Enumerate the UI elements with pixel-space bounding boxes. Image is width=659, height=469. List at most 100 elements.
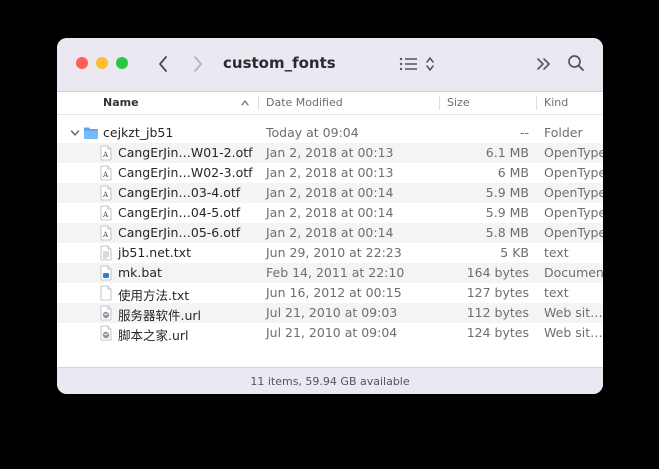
view-options-button[interactable] — [424, 54, 436, 74]
file-date: Feb 14, 2011 at 22:10 — [266, 265, 405, 280]
file-date: Jan 2, 2018 at 00:13 — [266, 145, 394, 160]
file-list: cejkzt_jb51 Today at 09:04 -- Folder A CangEr… — [57, 123, 603, 343]
svg-text:A: A — [102, 191, 109, 199]
list-item[interactable]: 服务器软件.url Jul 21, 2010 at 09:03 112 bytes W… — [57, 303, 603, 323]
file-name: mk.bat — [118, 265, 162, 280]
file-size: 5.8 MB — [485, 225, 529, 240]
chevron-left-icon — [159, 56, 167, 72]
double-chevron-right-icon — [537, 58, 550, 70]
font-file-icon: A — [98, 225, 114, 241]
font-file-icon: A — [98, 165, 114, 181]
file-date: Jan 2, 2018 at 00:13 — [266, 165, 394, 180]
file-size: 112 bytes — [466, 305, 529, 320]
list-item[interactable]: A CangErJin…W02-3.otf Jan 2, 2018 at 00:13… — [57, 163, 603, 183]
list-item[interactable]: A CangErJin…04-5.otf Jan 2, 2018 at 00:14 5… — [57, 203, 603, 223]
file-date: Jan 2, 2018 at 00:14 — [266, 185, 394, 200]
file-kind: Web sit…c — [544, 305, 603, 320]
status-text: 11 items, 59.94 GB available — [250, 375, 410, 388]
window-title: custom_fonts — [223, 54, 336, 72]
column-divider[interactable] — [258, 96, 259, 110]
minimize-button[interactable] — [96, 57, 108, 69]
file-date: Jun 16, 2012 at 00:15 — [266, 285, 402, 300]
file-date: Today at 09:04 — [266, 125, 359, 140]
list-view-button[interactable] — [399, 54, 419, 74]
file-name: 使用方法.txt — [118, 288, 190, 303]
font-file-icon: A — [98, 205, 114, 221]
column-divider[interactable] — [439, 96, 440, 110]
file-date: Jun 29, 2010 at 22:23 — [266, 245, 402, 260]
list-item[interactable]: jb51.net.txt Jun 29, 2010 at 22:23 5 KB tex… — [57, 243, 603, 263]
list-item[interactable]: A CangErJin…W01-2.otf Jan 2, 2018 at 00:13… — [57, 143, 603, 163]
column-date-header[interactable]: Date Modified — [266, 92, 343, 114]
column-header: Name Date Modified Size Kind — [57, 92, 603, 115]
text-file-icon — [98, 245, 114, 261]
back-button[interactable] — [153, 53, 173, 75]
forward-button[interactable] — [188, 53, 208, 75]
file-kind: OpenType — [544, 225, 603, 240]
file-size: 5.9 MB — [485, 205, 529, 220]
svg-text:A: A — [102, 171, 109, 179]
sort-ascending-icon[interactable] — [240, 97, 250, 109]
column-name-header[interactable]: Name — [103, 92, 139, 114]
blank-file-icon — [98, 285, 114, 301]
file-kind: OpenType — [544, 205, 603, 220]
file-kind: OpenType — [544, 185, 603, 200]
zoom-button[interactable] — [116, 57, 128, 69]
file-kind: OpenType — [544, 145, 603, 160]
column-size-header[interactable]: Size — [447, 92, 470, 114]
folder-icon — [83, 125, 99, 141]
file-size: 6 MB — [497, 165, 529, 180]
file-kind: text — [544, 285, 569, 300]
file-date: Jul 21, 2010 at 09:03 — [266, 305, 398, 320]
close-button[interactable] — [76, 57, 88, 69]
column-divider[interactable] — [536, 96, 537, 110]
list-item[interactable]: 脚本之家.url Jul 21, 2010 at 09:04 124 bytes We… — [57, 323, 603, 343]
file-size: 127 bytes — [466, 285, 529, 300]
file-name: CangErJin…04-5.otf — [118, 205, 241, 220]
file-size: 6.1 MB — [485, 145, 529, 160]
file-name: jb51.net.txt — [118, 245, 191, 260]
chevron-right-icon — [194, 56, 202, 72]
toolbar: custom_fonts — [57, 38, 603, 92]
file-size: 5 KB — [500, 245, 529, 260]
svg-text:A: A — [102, 211, 109, 219]
list-view-icon — [399, 57, 417, 71]
file-name: CangErJin…W01-2.otf — [118, 145, 253, 160]
toolbar-overflow-button[interactable] — [535, 55, 553, 73]
file-date: Jan 2, 2018 at 00:14 — [266, 225, 394, 240]
file-date: Jul 21, 2010 at 09:04 — [266, 325, 398, 340]
url-file-icon — [98, 325, 114, 341]
chevron-up-down-icon — [426, 57, 434, 71]
file-kind: Web sit…c — [544, 325, 603, 340]
file-name: 服务器软件.url — [118, 308, 202, 323]
file-size: 5.9 MB — [485, 185, 529, 200]
disclosure-triangle-icon[interactable] — [69, 127, 81, 139]
list-item[interactable]: 使用方法.txt Jun 16, 2012 at 00:15 127 bytes te… — [57, 283, 603, 303]
search-button[interactable] — [566, 53, 586, 73]
bat-file-icon — [98, 265, 114, 281]
font-file-icon: A — [98, 185, 114, 201]
column-kind-header[interactable]: Kind — [544, 92, 568, 114]
file-kind: Document — [544, 265, 603, 280]
file-name: CangErJin…03-4.otf — [118, 185, 241, 200]
file-date: Jan 2, 2018 at 00:14 — [266, 205, 394, 220]
file-kind: Folder — [544, 125, 583, 140]
file-kind: text — [544, 245, 569, 260]
finder-window: custom_fonts Name Date Modified Size Kin… — [57, 38, 603, 394]
list-item[interactable]: mk.bat Feb 14, 2011 at 22:10 164 bytes Docu… — [57, 263, 603, 283]
file-name: cejkzt_jb51 — [103, 125, 174, 140]
search-icon — [568, 55, 584, 71]
status-bar: 11 items, 59.94 GB available — [57, 367, 603, 394]
file-name: CangErJin…W02-3.otf — [118, 165, 253, 180]
list-item[interactable]: cejkzt_jb51 Today at 09:04 -- Folder — [57, 123, 603, 143]
url-file-icon — [98, 305, 114, 321]
file-size: 124 bytes — [466, 325, 529, 340]
file-size: -- — [519, 125, 529, 140]
font-file-icon: A — [98, 145, 114, 161]
list-item[interactable]: A CangErJin…05-6.otf Jan 2, 2018 at 00:14 5… — [57, 223, 603, 243]
svg-text:A: A — [102, 151, 109, 159]
file-name: CangErJin…05-6.otf — [118, 225, 241, 240]
svg-text:A: A — [102, 231, 109, 239]
file-name: 脚本之家.url — [118, 328, 189, 343]
list-item[interactable]: A CangErJin…03-4.otf Jan 2, 2018 at 00:14 5… — [57, 183, 603, 203]
